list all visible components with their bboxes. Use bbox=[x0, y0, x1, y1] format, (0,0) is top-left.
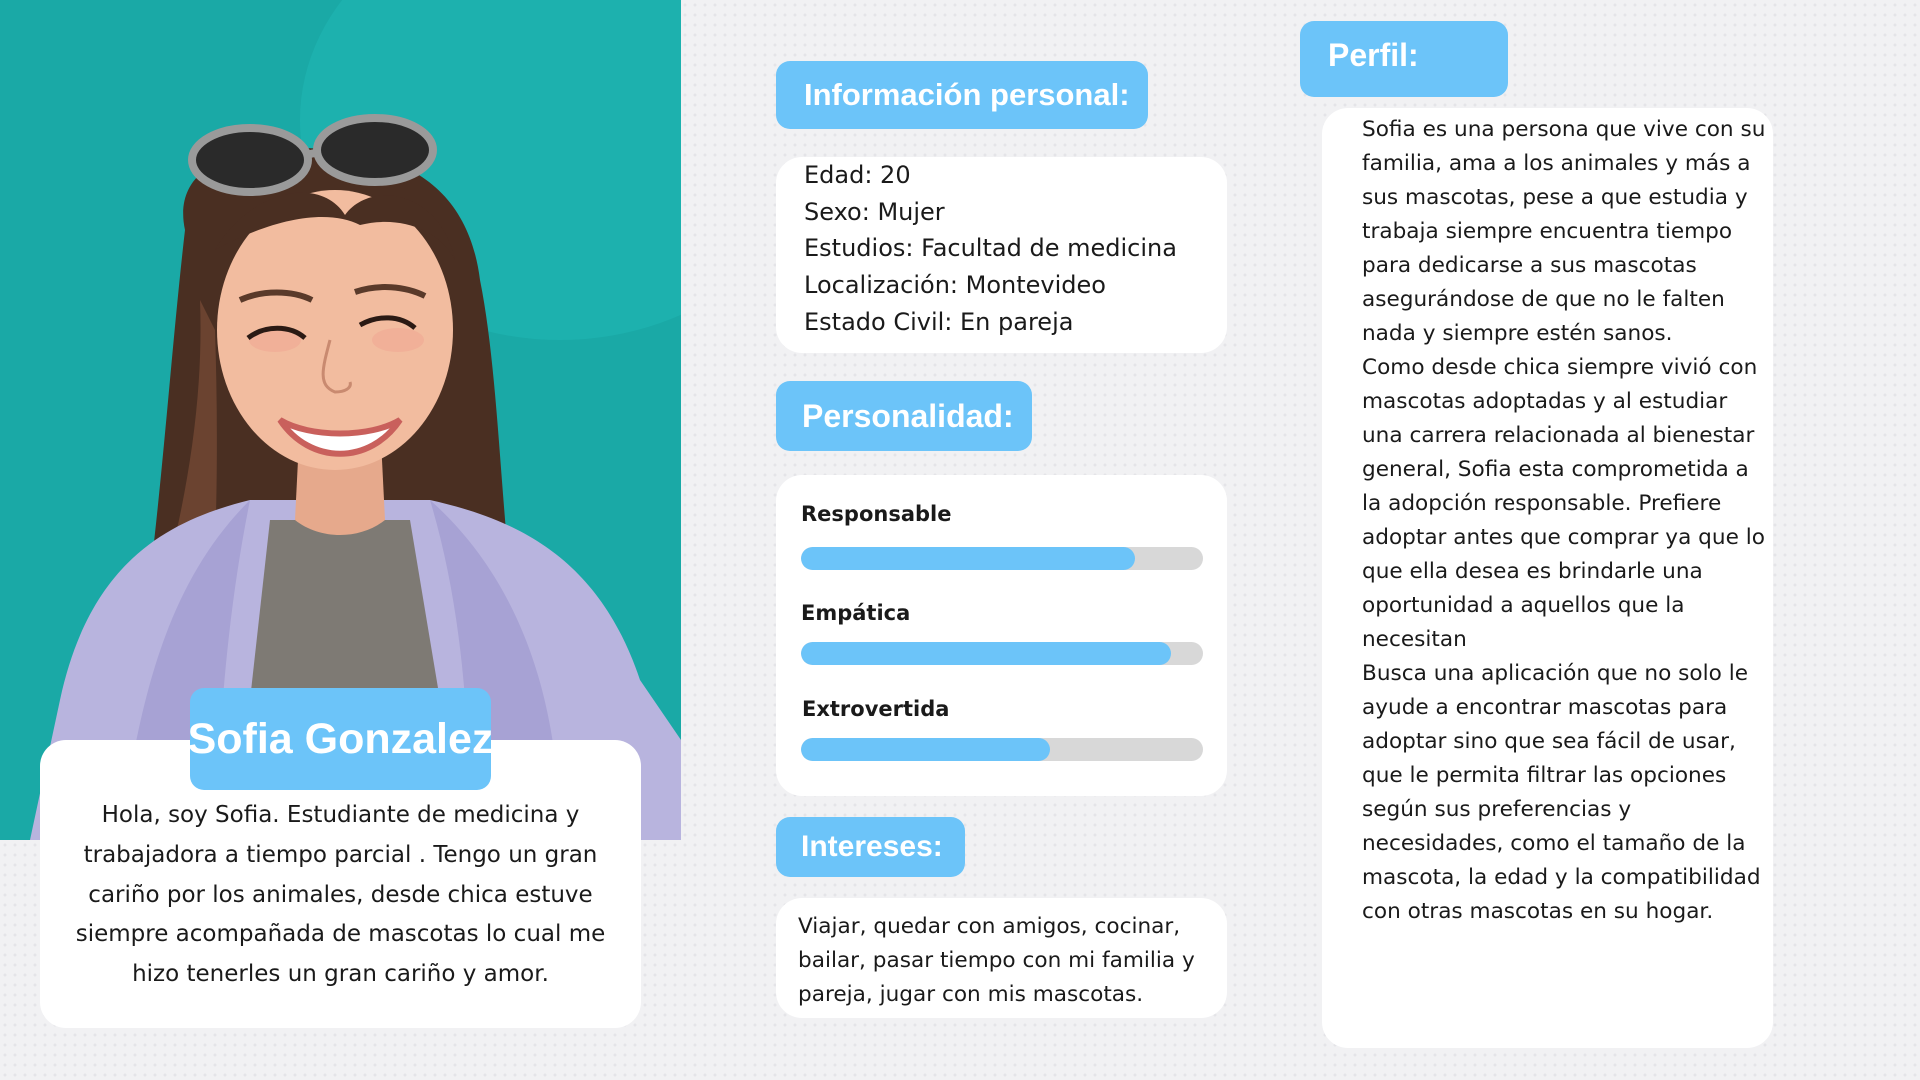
bio-text: Hola, soy Sofia. Estudiante de medicina … bbox=[75, 802, 606, 988]
profile-paragraph: Busca una aplicación que no solo le ayud… bbox=[1362, 661, 1761, 924]
trait-label: Empática bbox=[801, 601, 911, 625]
personality-title: Personalidad: bbox=[776, 381, 1032, 451]
trait-bar bbox=[801, 738, 1203, 761]
persona-name: Sofia Gonzalez bbox=[188, 688, 493, 790]
info-sex: Sexo: Mujer bbox=[804, 197, 945, 226]
info-location: Localización: Montevideo bbox=[804, 271, 1106, 300]
personal-info-card: Edad: 20 Sexo: Mujer Estudios: Facultad … bbox=[776, 157, 1227, 353]
trait-label: Extrovertida bbox=[802, 697, 950, 721]
info-studies: Estudios: Facultad de medicina bbox=[804, 234, 1177, 263]
profile-paragraph: Como desde chica siempre vivió con masco… bbox=[1362, 355, 1765, 652]
info-civil-status: Estado Civil: En pareja bbox=[804, 307, 1074, 336]
trait-bar-fill bbox=[801, 547, 1135, 570]
profile-paragraph: Sofia es una persona que vive con su fam… bbox=[1362, 117, 1766, 346]
trait-bar bbox=[801, 547, 1203, 570]
trait-bar-fill bbox=[801, 642, 1171, 665]
personality-card: Responsable Empática Extrovertida bbox=[776, 475, 1227, 796]
interests-text: Viajar, quedar con amigos, cocinar, bail… bbox=[798, 914, 1195, 1007]
interests-card: Viajar, quedar con amigos, cocinar, bail… bbox=[776, 898, 1227, 1018]
interests-title: Intereses: bbox=[776, 817, 965, 877]
trait-bar-fill bbox=[801, 738, 1051, 761]
profile-card: Sofia es una persona que vive con su fam… bbox=[1322, 108, 1773, 1048]
personal-info-title: Información personal: bbox=[776, 61, 1148, 129]
info-age: Edad: 20 bbox=[804, 161, 911, 189]
trait-label: Responsable bbox=[801, 502, 952, 526]
trait-bar bbox=[801, 642, 1203, 665]
profile-title: Perfil: bbox=[1300, 21, 1508, 97]
